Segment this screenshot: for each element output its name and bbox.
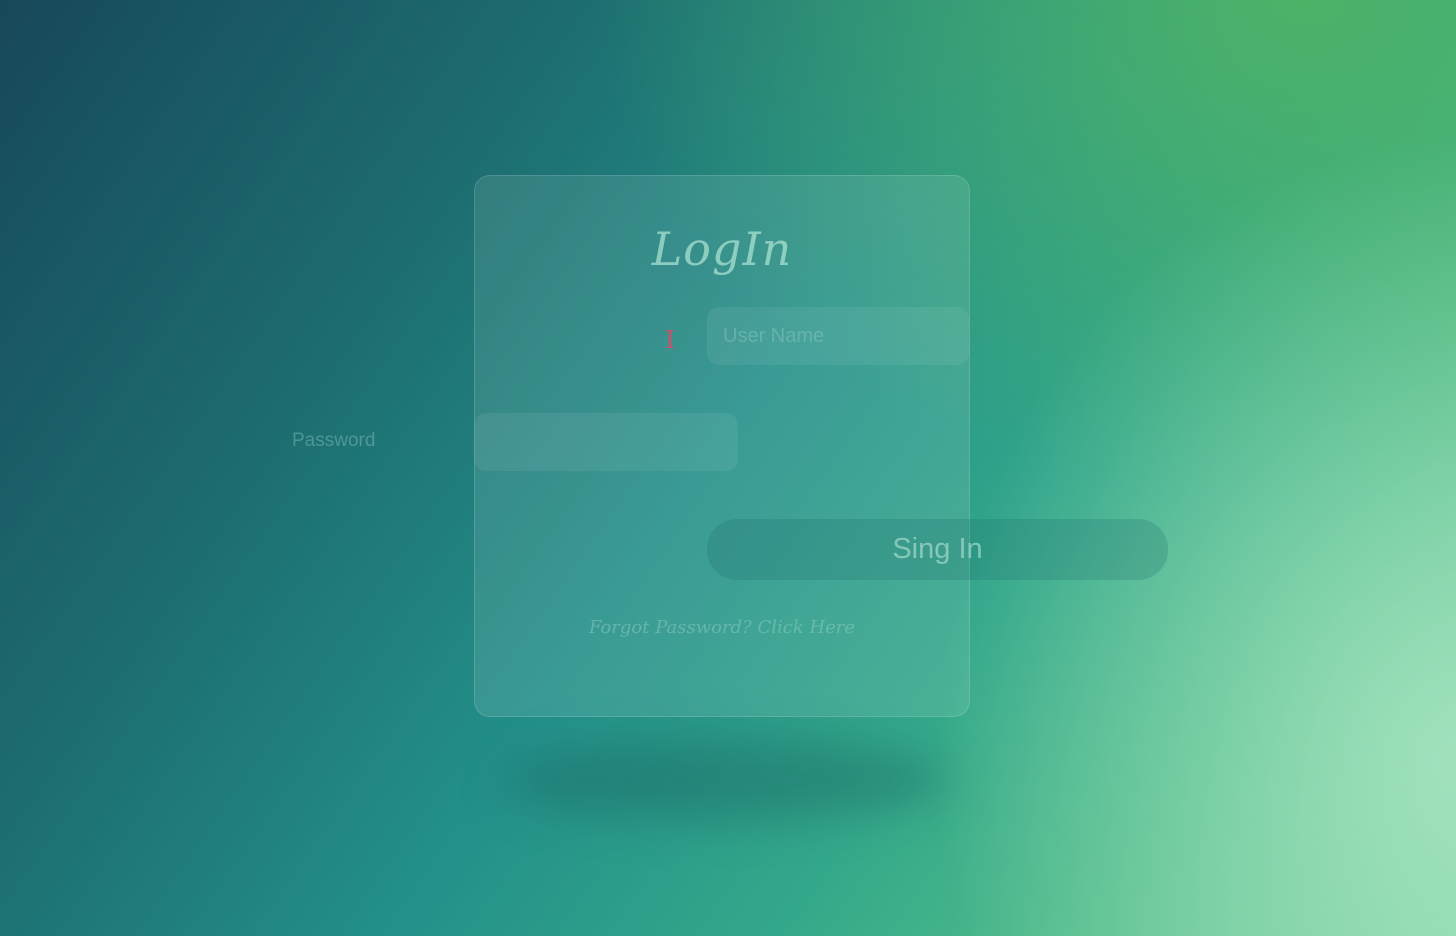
login-title: LogIn xyxy=(651,222,793,276)
forgot-password-link[interactable]: Forgot Password? Click Here xyxy=(474,617,970,638)
username-input[interactable] xyxy=(707,307,969,365)
password-label: Password xyxy=(292,430,376,451)
password-input[interactable] xyxy=(474,413,738,471)
card-shadow xyxy=(500,740,950,820)
text-cursor-icon: I xyxy=(665,326,675,354)
sign-in-button[interactable]: Sing In xyxy=(707,519,1168,580)
